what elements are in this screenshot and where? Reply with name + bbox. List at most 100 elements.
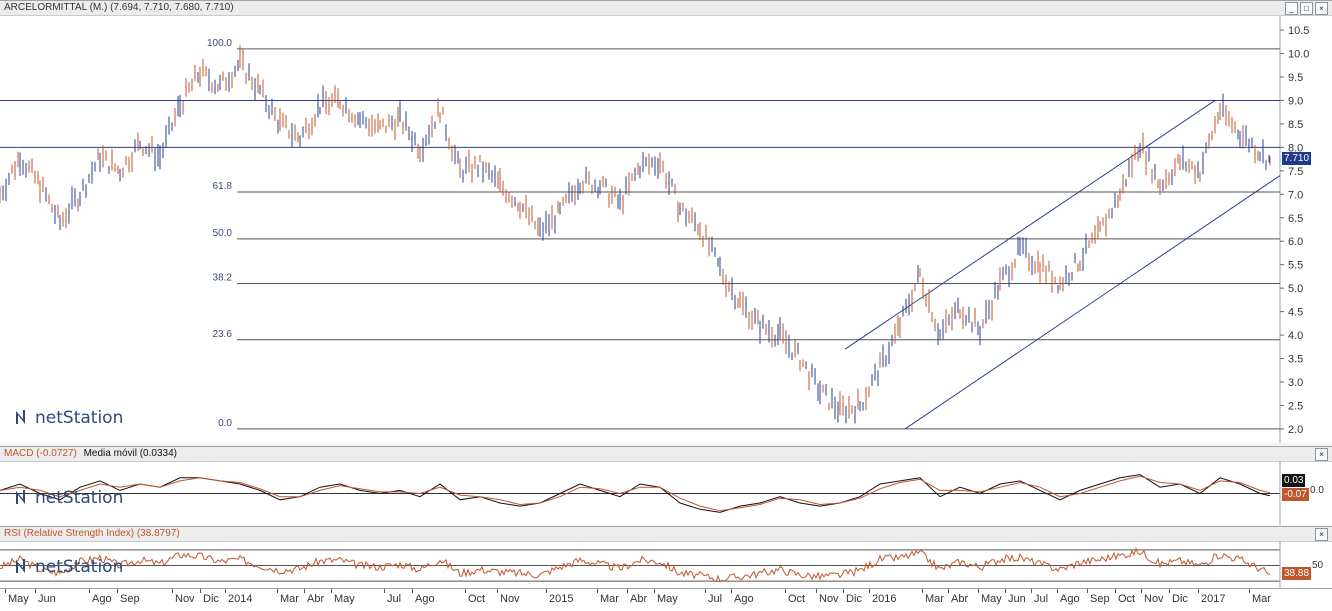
price-tick-label: 6.0	[1288, 236, 1303, 248]
time-axis-tick	[1141, 589, 1142, 593]
minimize-icon[interactable]: _	[1285, 2, 1298, 15]
time-axis-label: Oct	[1118, 593, 1136, 605]
time-axis-tick	[117, 589, 118, 593]
last-price-value: 7.710	[1284, 153, 1310, 164]
maximize-icon[interactable]: □	[1300, 2, 1313, 15]
time-axis-label: Jul	[708, 593, 723, 605]
time-axis-label: Mar	[925, 593, 944, 605]
price-tick-label: 7.5	[1288, 166, 1303, 178]
rsi-panel[interactable]: RSI (Relative Strength Index) (38.8797) …	[0, 526, 1332, 589]
price-tick-label: 7.0	[1288, 189, 1303, 201]
time-axis-tick	[89, 589, 90, 593]
time-axis-label: Ago	[415, 593, 435, 605]
time-axis-label: Ago	[734, 593, 754, 605]
price-tick-label: 10.0	[1288, 49, 1309, 61]
macd-signal-label: Media móvil (0.0334)	[83, 448, 177, 459]
time-axis-label: 2017	[1201, 593, 1226, 605]
fibonacci-label: 0.0	[218, 418, 232, 429]
time-axis-tick	[978, 589, 979, 593]
netstation-logo: netStation	[15, 408, 123, 428]
time-axis-label: Dic	[846, 593, 862, 605]
price-tick-label: 8.5	[1288, 119, 1303, 131]
time-axis-tick	[225, 589, 226, 593]
price-tick-label: 9.5	[1288, 72, 1303, 84]
time-axis-label: Mar	[600, 593, 619, 605]
time-axis-tick	[546, 589, 547, 593]
macd-label: MACD (-0.0727)	[4, 448, 77, 459]
time-axis-label: Nov	[819, 593, 839, 605]
macd-panel-title: MACD (-0.0727) Media móvil (0.0334)	[4, 447, 177, 461]
time-axis-label: Nov	[1144, 593, 1164, 605]
price-tick-label: 4.5	[1288, 307, 1303, 319]
netstation-logo-icon	[16, 559, 32, 573]
time-axis-label: Mar	[280, 593, 299, 605]
time-axis-tick	[1057, 589, 1058, 593]
time-axis-tick	[35, 589, 36, 593]
time-axis-tick	[465, 589, 466, 593]
netstation-logo-text: netStation	[35, 488, 124, 508]
time-axis-tick	[731, 589, 732, 593]
rsi-close-icon[interactable]: ×	[1315, 528, 1328, 541]
macd-close-icon[interactable]: ×	[1315, 448, 1328, 461]
time-axis-tick	[654, 589, 655, 593]
fibonacci-label: 50.0	[213, 228, 233, 239]
fibonacci-label: 38.2	[213, 272, 233, 283]
time-axis-label: 2016	[872, 593, 897, 605]
time-axis-tick	[922, 589, 923, 593]
netstation-logo-icon	[16, 490, 32, 504]
macd-chart[interactable]	[0, 462, 1332, 525]
rsi-value-tag: 38.88	[1282, 567, 1312, 580]
fibonacci-label: 23.6	[213, 329, 233, 340]
time-axis-tick	[1005, 589, 1006, 593]
time-axis-tick	[816, 589, 817, 593]
price-chart[interactable]: 10.510.09.59.08.58.07.57.06.56.05.55.04.…	[0, 16, 1332, 443]
netstation-logo-text: netStation	[35, 557, 124, 577]
time-axis: May Jun Ago Sep Nov Dic 2014 Mar Abr May Jul Ago Oct…	[0, 588, 1332, 611]
time-axis-label: Abr	[951, 593, 969, 605]
time-axis-label: May	[981, 593, 1002, 605]
netstation-logo-icon	[16, 410, 32, 424]
time-axis-tick	[843, 589, 844, 593]
time-axis-label: 2015	[549, 593, 574, 605]
macd-signal-value: 0.03	[1284, 475, 1304, 486]
time-axis-tick	[304, 589, 305, 593]
time-axis-tick	[497, 589, 498, 593]
price-panel-header: ARCELORMITTAL (M.) (7.694, 7.710, 7.680,…	[0, 1, 1332, 16]
time-axis-tick	[331, 589, 332, 593]
time-axis-tick	[5, 589, 6, 593]
price-tick-label: 6.5	[1288, 213, 1303, 225]
price-tick-label: 3.5	[1288, 354, 1303, 366]
time-axis-tick	[1031, 589, 1032, 593]
time-axis-label: Jul	[1034, 593, 1049, 605]
macd-panel-header: MACD (-0.0727) Media móvil (0.0334) ×	[0, 447, 1332, 462]
time-axis-label: May	[334, 593, 355, 605]
last-price-tag: 7.710	[1282, 152, 1312, 165]
macd-panel[interactable]: MACD (-0.0727) Media móvil (0.0334) × ne…	[0, 446, 1332, 525]
time-axis-label: May	[657, 593, 678, 605]
rsi-chart[interactable]	[0, 542, 1332, 589]
macd-netstation-logo: netStation	[15, 488, 123, 508]
time-axis-label: Nov	[175, 593, 195, 605]
macd-signal-tag: 0.03	[1282, 474, 1306, 487]
time-axis-label: Jun	[1008, 593, 1026, 605]
time-axis-tick	[172, 589, 173, 593]
price-panel[interactable]: ARCELORMITTAL (M.) (7.694, 7.710, 7.680,…	[0, 0, 1332, 443]
time-axis-label: Oct	[468, 593, 486, 605]
time-axis-tick	[705, 589, 706, 593]
price-tick-label: 10.5	[1288, 25, 1309, 37]
time-axis-label: Ago	[1060, 593, 1080, 605]
price-tick-label: 2.5	[1288, 400, 1303, 412]
price-panel-title: ARCELORMITTAL (M.) (7.694, 7.710, 7.680,…	[4, 2, 234, 13]
time-axis-label: Abr	[630, 593, 648, 605]
price-tick-label: 3.0	[1288, 377, 1303, 389]
time-axis-tick	[1087, 589, 1088, 593]
close-icon[interactable]: ×	[1315, 2, 1328, 15]
time-axis-tick	[597, 589, 598, 593]
macd-value-tag: -0.07	[1282, 488, 1309, 501]
time-axis-tick	[1249, 589, 1250, 593]
time-axis-label: Sep	[1090, 593, 1110, 605]
time-axis-tick	[869, 589, 870, 593]
time-axis-label: 2014	[228, 593, 253, 605]
rsi-netstation-logo: netStation	[15, 557, 123, 577]
macd-axis-zero-label: 0.0	[1310, 485, 1324, 496]
